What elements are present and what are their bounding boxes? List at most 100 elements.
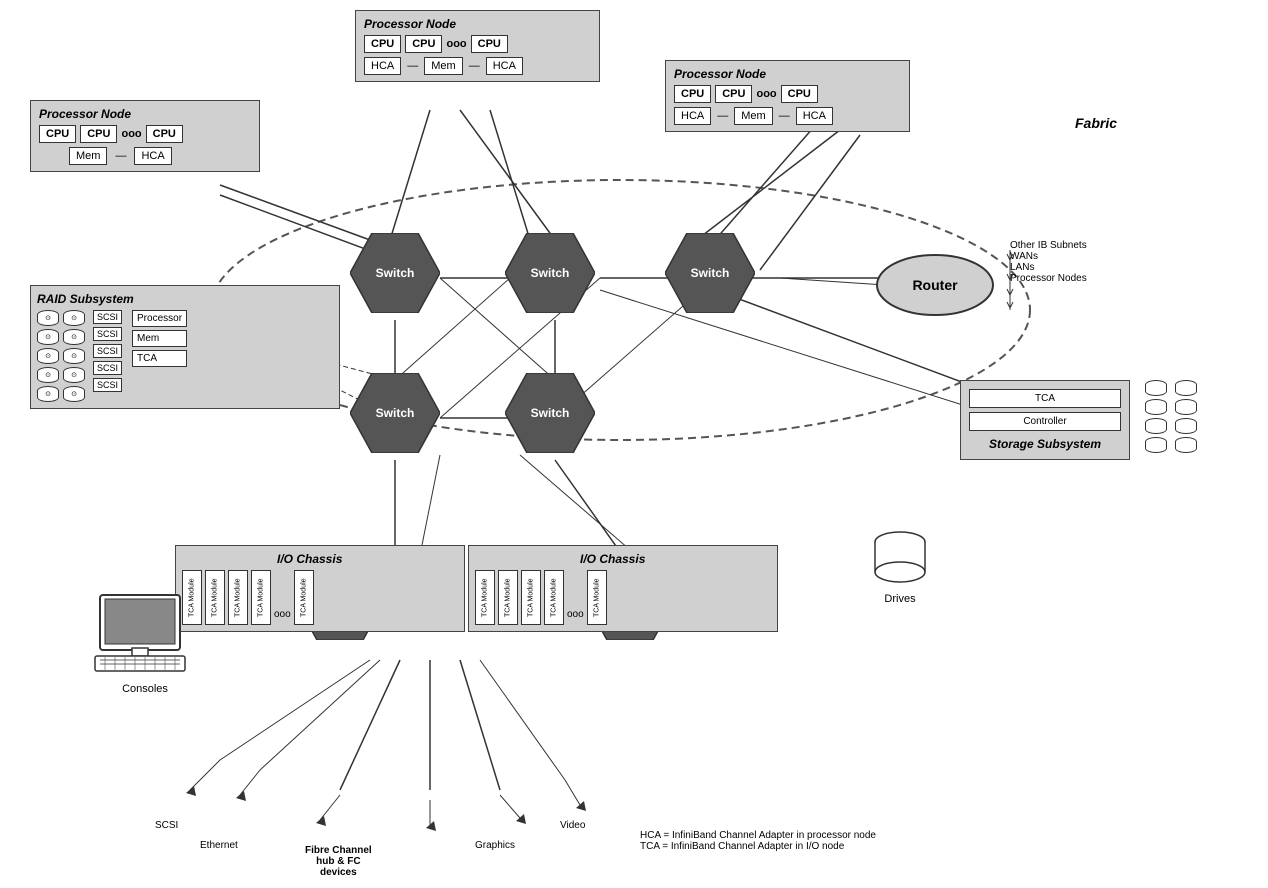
other-ib-text: Other IB Subnets WANs LANs Processor Nod… bbox=[1010, 240, 1087, 284]
tca-storage: TCA bbox=[969, 389, 1121, 408]
scsi-box-3: SCSI bbox=[93, 344, 122, 358]
switch-2-svg bbox=[505, 233, 595, 313]
io-dots-right: ooo bbox=[567, 609, 584, 625]
consoles-label: Consoles bbox=[90, 683, 200, 695]
dots-tl: ooo bbox=[121, 128, 141, 140]
io-module-l5: TCA Module bbox=[294, 570, 314, 625]
processor-nodes-label: Processor Nodes bbox=[1010, 273, 1087, 284]
lans-label: LANs bbox=[1010, 262, 1087, 273]
drives-standalone-label: Drives bbox=[870, 530, 930, 605]
proc-node-top-left-title: Processor Node bbox=[39, 107, 251, 121]
io-chassis-left: I/O Chassis TCA Module TCA Module TCA Mo… bbox=[175, 545, 465, 632]
hca-box-1: HCA bbox=[364, 57, 401, 75]
raid-subsystem: RAID Subsystem ⊙ ⊙ ⊙ ⊙ ⊙ ⊙ ⊙ ⊙ ⊙ ⊙ SCSI … bbox=[30, 285, 340, 409]
disk-10: ⊙ bbox=[63, 386, 85, 402]
proc-node-top-right-title: Processor Node bbox=[674, 67, 901, 81]
fibre-channel-label: Fibre Channelhub & FCdevices bbox=[305, 845, 372, 878]
cpu-row-top-left: CPU CPU ooo CPU bbox=[39, 125, 251, 143]
io-module-r4: TCA Module bbox=[544, 570, 564, 625]
disk-8: ⊙ bbox=[63, 348, 85, 364]
storage-disk-3 bbox=[1145, 418, 1167, 434]
cpu-box-tr1: CPU bbox=[674, 85, 711, 103]
router-container: Router bbox=[875, 253, 995, 321]
io-modules-row-left: TCA Module TCA Module TCA Module TCA Mod… bbox=[182, 570, 458, 625]
dots-1: ooo bbox=[446, 38, 466, 50]
io-module-r2: TCA Module bbox=[498, 570, 518, 625]
drives-col-2 bbox=[1175, 380, 1197, 453]
cpu-row-top-center: CPU CPU ooo CPU bbox=[364, 35, 591, 53]
drives-text: Drives bbox=[870, 593, 930, 605]
io-module-l4: TCA Module bbox=[251, 570, 271, 625]
hca-box-tr1: HCA bbox=[674, 107, 711, 125]
io-chassis-right-title: I/O Chassis bbox=[580, 552, 645, 566]
drives-container-2 bbox=[1175, 380, 1197, 453]
io-module-r3: TCA Module bbox=[521, 570, 541, 625]
io-module-r1: TCA Module bbox=[475, 570, 495, 625]
mem-box-tr: Mem bbox=[734, 107, 772, 125]
dots-tr: ooo bbox=[756, 88, 776, 100]
other-ib-subnets: Other IB Subnets bbox=[1010, 240, 1087, 251]
mem-small: Mem bbox=[132, 330, 187, 347]
io-module-l3: TCA Module bbox=[228, 570, 248, 625]
disk-4: ⊙ bbox=[37, 367, 59, 383]
controller-storage: Controller bbox=[969, 412, 1121, 431]
cpu-box-1: CPU bbox=[364, 35, 401, 53]
switch-3-svg bbox=[665, 233, 755, 313]
cpu-box-tr2: CPU bbox=[715, 85, 752, 103]
storage-disk-1 bbox=[1145, 380, 1167, 396]
other-ib-arrows bbox=[1005, 240, 1015, 320]
processor-box: Processor bbox=[132, 310, 187, 327]
storage-disk-6 bbox=[1175, 399, 1197, 415]
cpu-box-tl3: CPU bbox=[146, 125, 183, 143]
mem-box-1: Mem bbox=[424, 57, 462, 75]
storage-subsystem: TCA Controller Storage Subsystem bbox=[960, 380, 1130, 460]
tca-box: TCA bbox=[132, 350, 187, 367]
cpu-box-3: CPU bbox=[471, 35, 508, 53]
switch-4-svg bbox=[350, 373, 440, 453]
legend: HCA = InfiniBand Channel Adapter in proc… bbox=[640, 830, 876, 852]
proc-node-top-right: Processor Node CPU CPU ooo CPU HCA — Mem… bbox=[665, 60, 910, 132]
scsi-box-1: SCSI bbox=[93, 310, 122, 324]
proc-mem-tca: Processor Mem TCA bbox=[132, 310, 187, 402]
hca-box-2: HCA bbox=[486, 57, 523, 75]
legend-line-1: HCA = InfiniBand Channel Adapter in proc… bbox=[640, 830, 876, 841]
svg-text:Router: Router bbox=[912, 277, 958, 293]
scsi-box-5: SCSI bbox=[93, 378, 122, 392]
io-chassis-right-header: I/O Chassis bbox=[475, 552, 771, 566]
drives-col-1 bbox=[1145, 380, 1167, 453]
switch-4: Switch bbox=[350, 373, 440, 453]
storage-disk-2 bbox=[1145, 399, 1167, 415]
storage-title: Storage Subsystem bbox=[969, 437, 1121, 451]
disk-col-2: ⊙ ⊙ ⊙ ⊙ ⊙ bbox=[63, 310, 85, 402]
disk-7: ⊙ bbox=[63, 329, 85, 345]
scsi-bottom-label: SCSI bbox=[155, 820, 178, 831]
disk-5: ⊙ bbox=[37, 386, 59, 402]
io-module-l2: TCA Module bbox=[205, 570, 225, 625]
router-svg: Router bbox=[875, 253, 995, 318]
graphics-label: Graphics bbox=[475, 840, 515, 851]
mem-hca-row-top-left: Mem — HCA bbox=[69, 147, 251, 165]
storage-disk-7 bbox=[1175, 418, 1197, 434]
proc-node-top-center: Processor Node CPU CPU ooo CPU HCA — Mem… bbox=[355, 10, 600, 82]
disk-2: ⊙ bbox=[37, 329, 59, 345]
io-module-r5: TCA Module bbox=[587, 570, 607, 625]
cpu-box-tl1: CPU bbox=[39, 125, 76, 143]
cpu-box-2: CPU bbox=[405, 35, 442, 53]
io-chassis-right: I/O Chassis TCA Module TCA Module TCA Mo… bbox=[468, 545, 778, 632]
drives-svg bbox=[870, 530, 930, 590]
wans-label: WANs bbox=[1010, 251, 1087, 262]
legend-line-2: TCA = InfiniBand Channel Adapter in I/O … bbox=[640, 841, 876, 852]
switch-5-svg bbox=[505, 373, 595, 453]
switch-1-svg bbox=[350, 233, 440, 313]
switch-1: Switch bbox=[350, 233, 440, 313]
disk-9: ⊙ bbox=[63, 367, 85, 383]
scsi-label: SCSI bbox=[155, 820, 178, 831]
io-modules-row-right: TCA Module TCA Module TCA Module TCA Mod… bbox=[475, 570, 771, 625]
cpu-box-tr3: CPU bbox=[781, 85, 818, 103]
raid-title: RAID Subsystem bbox=[37, 292, 333, 306]
switch-2: Switch bbox=[505, 233, 595, 313]
mem-box-tl: Mem bbox=[69, 147, 107, 165]
storage-disk-4 bbox=[1145, 437, 1167, 453]
mem-hca-row-top-center: HCA — Mem — HCA bbox=[364, 57, 591, 75]
hca-box-tl: HCA bbox=[134, 147, 171, 165]
